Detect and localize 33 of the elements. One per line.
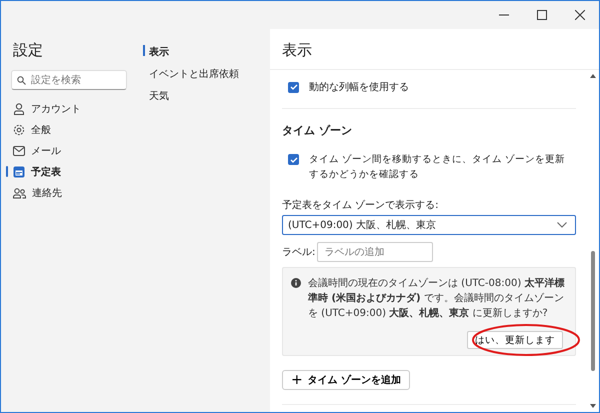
settings-icon (13, 124, 25, 136)
checkbox[interactable] (288, 154, 299, 165)
person-icon (13, 102, 25, 114)
sidebar-item[interactable]: メール (11, 140, 127, 161)
sidebar-item[interactable]: 連絡先 (11, 182, 127, 203)
update-button[interactable]: はい、更新します (467, 331, 563, 349)
sidebar-item[interactable]: アカウント (11, 98, 127, 119)
checkbox[interactable] (288, 82, 299, 92)
sidebar-item[interactable]: 全般 (11, 119, 127, 140)
checkbox-label: 動的な列幅を使用する (309, 81, 409, 94)
mail-icon (13, 146, 25, 156)
maximize-icon (537, 10, 547, 20)
info-icon (291, 278, 301, 288)
field-label: 予定表をタイム ゾーンで表示する: (282, 198, 440, 212)
checkbox-label: タイム ゾーン間を移動するときに、タイム ゾーンを更新するかどうかを確認する (309, 153, 566, 182)
field-label: ラベル: (282, 246, 316, 259)
people-icon (13, 186, 26, 198)
calendar-icon (13, 166, 25, 178)
minimize-icon (499, 14, 509, 16)
label-field[interactable]: ラベルの追加 (317, 242, 434, 262)
nav-item[interactable]: イベントと出席依頼 (147, 67, 270, 89)
settings-title: 設定 (13, 41, 44, 60)
scroll-down-icon[interactable] (590, 404, 596, 408)
nav-item[interactable]: 天気 (147, 89, 270, 111)
section-title: タイム ゾーン (282, 123, 353, 138)
add-timezone-button[interactable]: + タイム ゾーンを追加 (282, 370, 410, 390)
page-title: 表示 (270, 29, 599, 70)
timezone-dropdown[interactable]: (UTC+09:00) 大阪、札幌、東京 (282, 215, 576, 235)
scroll-up-icon[interactable] (590, 74, 596, 78)
chevron-down-icon (557, 222, 567, 228)
close-icon (575, 10, 585, 20)
notice-text: 会議時間の現在のタイムゾーンは (UTC-08:00) 太平洋標準時 (米国およびカナダ) です。会議時間のタイムゾーンを (UTC+09:00) 大阪、札幌、東京 に更新しますか? (308, 276, 566, 321)
search-field[interactable]: 設定を検索 (11, 70, 127, 90)
